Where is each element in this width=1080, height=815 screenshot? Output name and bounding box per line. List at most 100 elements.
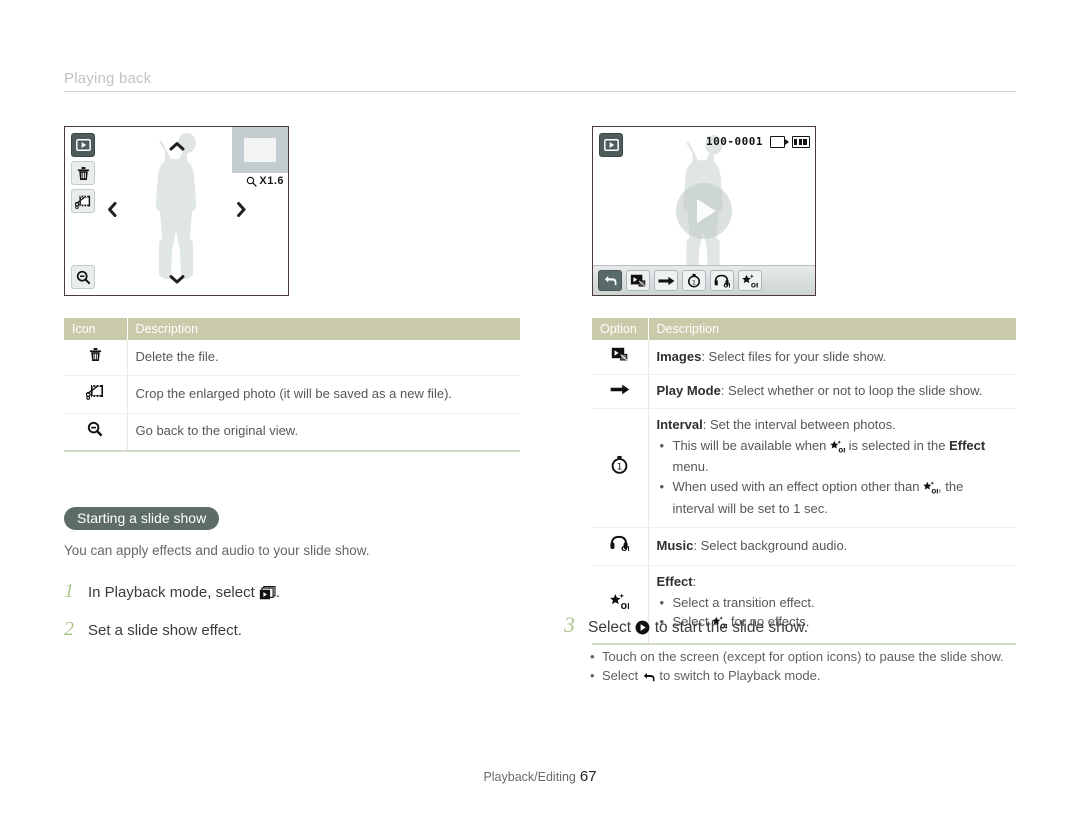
option-title: Interval bbox=[656, 416, 703, 432]
interval-button[interactable]: 1 bbox=[682, 270, 706, 291]
zoom-thumbnail-inner bbox=[244, 138, 276, 162]
row-description-cell: Play Mode: Select whether or not to loop… bbox=[648, 374, 1016, 409]
nav-down-arrow[interactable] bbox=[169, 270, 185, 287]
effect-button[interactable]: OFF bbox=[738, 270, 762, 291]
person-silhouette bbox=[155, 133, 196, 279]
option-bullet-list: This will be available when OFF is selec… bbox=[657, 437, 1009, 519]
playback-mode-button[interactable] bbox=[599, 133, 623, 157]
row-description-cell: Crop the enlarged photo (it will be save… bbox=[127, 375, 520, 414]
header-divider bbox=[64, 91, 1016, 92]
table-row: Go back to the original view. bbox=[64, 413, 520, 452]
section-lede: You can apply effects and audio to your … bbox=[64, 542, 370, 558]
slide-show-section: Starting a slide show You can apply effe… bbox=[64, 506, 520, 642]
svg-text:OFF: OFF bbox=[621, 602, 629, 610]
table-row: Delete the file. bbox=[64, 340, 520, 376]
play-mode-arrow-icon bbox=[657, 276, 674, 285]
camera-screen-slide-show: 100-0001 1 O O bbox=[592, 126, 816, 296]
bullet-text-c: menu. bbox=[672, 459, 709, 475]
interval-stopwatch-icon: 1 bbox=[611, 456, 628, 475]
back-icon bbox=[604, 276, 616, 286]
effect-off-icon: OFF bbox=[742, 273, 758, 288]
crop-button[interactable] bbox=[71, 189, 95, 213]
step-number: 1 bbox=[64, 579, 74, 602]
play-overlay-button[interactable] bbox=[676, 183, 732, 239]
step-number: 2 bbox=[64, 617, 74, 640]
row-description-cell: Music: Select background audio. bbox=[648, 527, 1016, 566]
crop-film-icon bbox=[85, 384, 104, 400]
playback-mode-button[interactable] bbox=[71, 133, 95, 157]
delete-button[interactable] bbox=[71, 161, 95, 185]
page-header: Playing back bbox=[64, 70, 1016, 92]
row-description-cell: Go back to the original view. bbox=[127, 413, 520, 452]
music-off-icon: OFF bbox=[610, 535, 638, 553]
table-header-row: Icon Description bbox=[64, 318, 520, 340]
option-text: : Select files for your slide show. bbox=[701, 348, 887, 364]
trash-icon bbox=[89, 348, 101, 361]
step-text-post: to start the slide show. bbox=[650, 619, 809, 636]
row-icon-cell: 1 bbox=[592, 408, 649, 528]
bullet-item: This will be available when OFF is selec… bbox=[660, 437, 1009, 478]
svg-text:OFF: OFF bbox=[751, 282, 758, 288]
music-off-icon: OFF bbox=[714, 274, 730, 288]
zoom-level-value: X1.6 bbox=[259, 175, 284, 187]
row-icon-cell bbox=[592, 340, 649, 375]
magnifier-icon bbox=[247, 176, 258, 187]
screen-option-toolbar: 1 OFF OFF bbox=[593, 265, 815, 295]
option-text: : Select background audio. bbox=[693, 537, 848, 553]
right-column: 100-0001 1 O O Option Description Images… bbox=[592, 126, 1016, 646]
nav-left-arrow[interactable] bbox=[107, 202, 117, 221]
music-button[interactable]: OFF bbox=[710, 270, 734, 291]
chevron-left-icon bbox=[108, 202, 117, 217]
option-title: Images bbox=[656, 348, 702, 364]
bullet-text-a: Select bbox=[602, 668, 642, 684]
table-row: Images: Select files for your slide show… bbox=[592, 340, 1016, 375]
option-text: : bbox=[692, 573, 697, 589]
svg-text:1: 1 bbox=[617, 463, 623, 473]
bullet-bold: Effect bbox=[949, 437, 986, 453]
zoom-out-button[interactable] bbox=[71, 265, 95, 289]
effect-off-icon: OFF bbox=[923, 481, 944, 500]
back-button[interactable] bbox=[598, 270, 622, 291]
left-column: X1.6 Icon Description Delete the file. C… bbox=[64, 126, 520, 653]
file-number: 100-0001 bbox=[706, 135, 763, 148]
step-item: 2 Set a slide show effect. bbox=[64, 618, 520, 641]
bullet-text-a: Select a transition effect. bbox=[672, 594, 815, 610]
back-icon bbox=[642, 670, 656, 688]
camera-screen-zoomed-photo: X1.6 bbox=[64, 126, 289, 296]
step-body: In Playback mode, select . bbox=[88, 583, 280, 606]
battery-icon bbox=[792, 135, 810, 148]
table-header-row: Option Description bbox=[592, 318, 1016, 340]
step-text-post: . bbox=[275, 583, 281, 601]
nav-right-arrow[interactable] bbox=[236, 202, 246, 221]
images-icon bbox=[612, 347, 628, 361]
play-triangle-icon bbox=[697, 199, 716, 223]
step-list: 1 In Playback mode, select . 2 Set a sli… bbox=[64, 580, 520, 642]
column-header-option: Option bbox=[592, 318, 649, 340]
svg-text:OFF: OFF bbox=[723, 282, 730, 288]
row-icon-cell bbox=[64, 413, 128, 452]
row-description-cell: Delete the file. bbox=[127, 340, 520, 376]
chevron-right-icon bbox=[237, 202, 246, 217]
step-number: 3 bbox=[564, 612, 575, 637]
crop-film-icon bbox=[75, 195, 91, 209]
nav-up-arrow[interactable] bbox=[169, 137, 185, 154]
row-icon-cell bbox=[64, 340, 128, 376]
page-title: Playing back bbox=[64, 70, 152, 87]
bullet-text-a: Touch on the screen (except for option i… bbox=[602, 648, 1004, 664]
effect-off-icon: OFF bbox=[610, 593, 638, 611]
bullet-text-a: When used with an effect option other th… bbox=[672, 479, 924, 495]
images-button[interactable] bbox=[626, 270, 650, 291]
svg-text:1: 1 bbox=[692, 278, 696, 286]
row-icon-cell bbox=[64, 375, 128, 414]
play-mode-button[interactable] bbox=[654, 270, 678, 291]
zoom-out-icon bbox=[88, 421, 103, 437]
zoom-thumbnail-box bbox=[232, 127, 288, 173]
row-icon-cell: OFF bbox=[592, 527, 649, 566]
table-row: Play Mode: Select whether or not to loop… bbox=[592, 374, 1016, 409]
column-header-icon: Icon bbox=[64, 318, 128, 340]
step-body: Set a slide show effect. bbox=[88, 621, 242, 639]
play-mode-arrow-icon bbox=[610, 384, 629, 395]
svg-text:OFF: OFF bbox=[621, 544, 629, 552]
playback-mode-icon bbox=[603, 139, 619, 151]
step-item: 3 Select to start the slide show. Touch … bbox=[564, 612, 1024, 690]
